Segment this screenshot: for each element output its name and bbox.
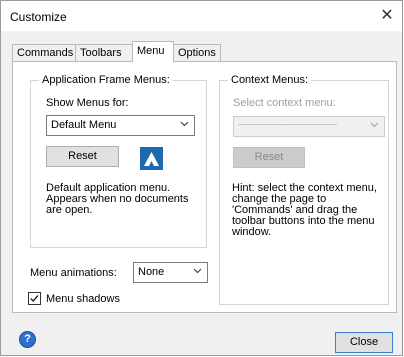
show-menus-value: Default Menu <box>51 119 117 131</box>
customize-dialog: Customize ✕ Commands Toolbars Menu Optio… <box>0 0 403 356</box>
menu-animations-value: None <box>138 266 165 278</box>
tab-menu[interactable]: Menu <box>132 41 174 62</box>
context-menu-dropdown[interactable]: —————————————— <box>233 116 385 137</box>
chevron-down-icon <box>180 121 189 127</box>
close-button[interactable]: Close <box>335 332 393 353</box>
window-close-icon[interactable]: ✕ <box>378 7 396 25</box>
menu-shadows-label[interactable]: Menu shadows <box>46 293 120 305</box>
app-frame-description: Default application menu. Appears when n… <box>46 182 189 216</box>
app-logo-icon <box>140 147 163 170</box>
chevron-down-icon <box>193 268 202 274</box>
tab-options[interactable]: Options <box>173 44 221 61</box>
menu-animations-label: Menu animations: <box>30 267 117 279</box>
tab-commands[interactable]: Commands <box>12 44 76 61</box>
help-icon[interactable]: ? <box>19 331 36 348</box>
show-menus-dropdown[interactable]: Default Menu <box>46 115 195 136</box>
context-hint: Hint: select the context menu, change th… <box>232 182 377 238</box>
menu-animations-dropdown[interactable]: None <box>133 262 208 283</box>
chevron-down-icon <box>370 122 379 128</box>
app-frame-reset-button[interactable]: Reset <box>46 146 119 167</box>
context-menu-value: —————————————— <box>238 120 337 129</box>
app-frame-menus-title: Application Frame Menus: <box>39 74 173 86</box>
context-reset-button[interactable]: Reset <box>233 147 305 168</box>
window-title: Customize <box>10 10 67 24</box>
tab-toolbars[interactable]: Toolbars <box>75 44 133 61</box>
context-menus-title: Context Menus: <box>228 74 312 86</box>
title-bar: Customize ✕ <box>1 1 402 31</box>
checkmark-icon <box>30 295 39 302</box>
show-menus-label: Show Menus for: <box>46 97 129 109</box>
menu-shadows-checkbox[interactable] <box>28 292 41 305</box>
select-context-menu-label: Select context menu: <box>233 97 336 109</box>
